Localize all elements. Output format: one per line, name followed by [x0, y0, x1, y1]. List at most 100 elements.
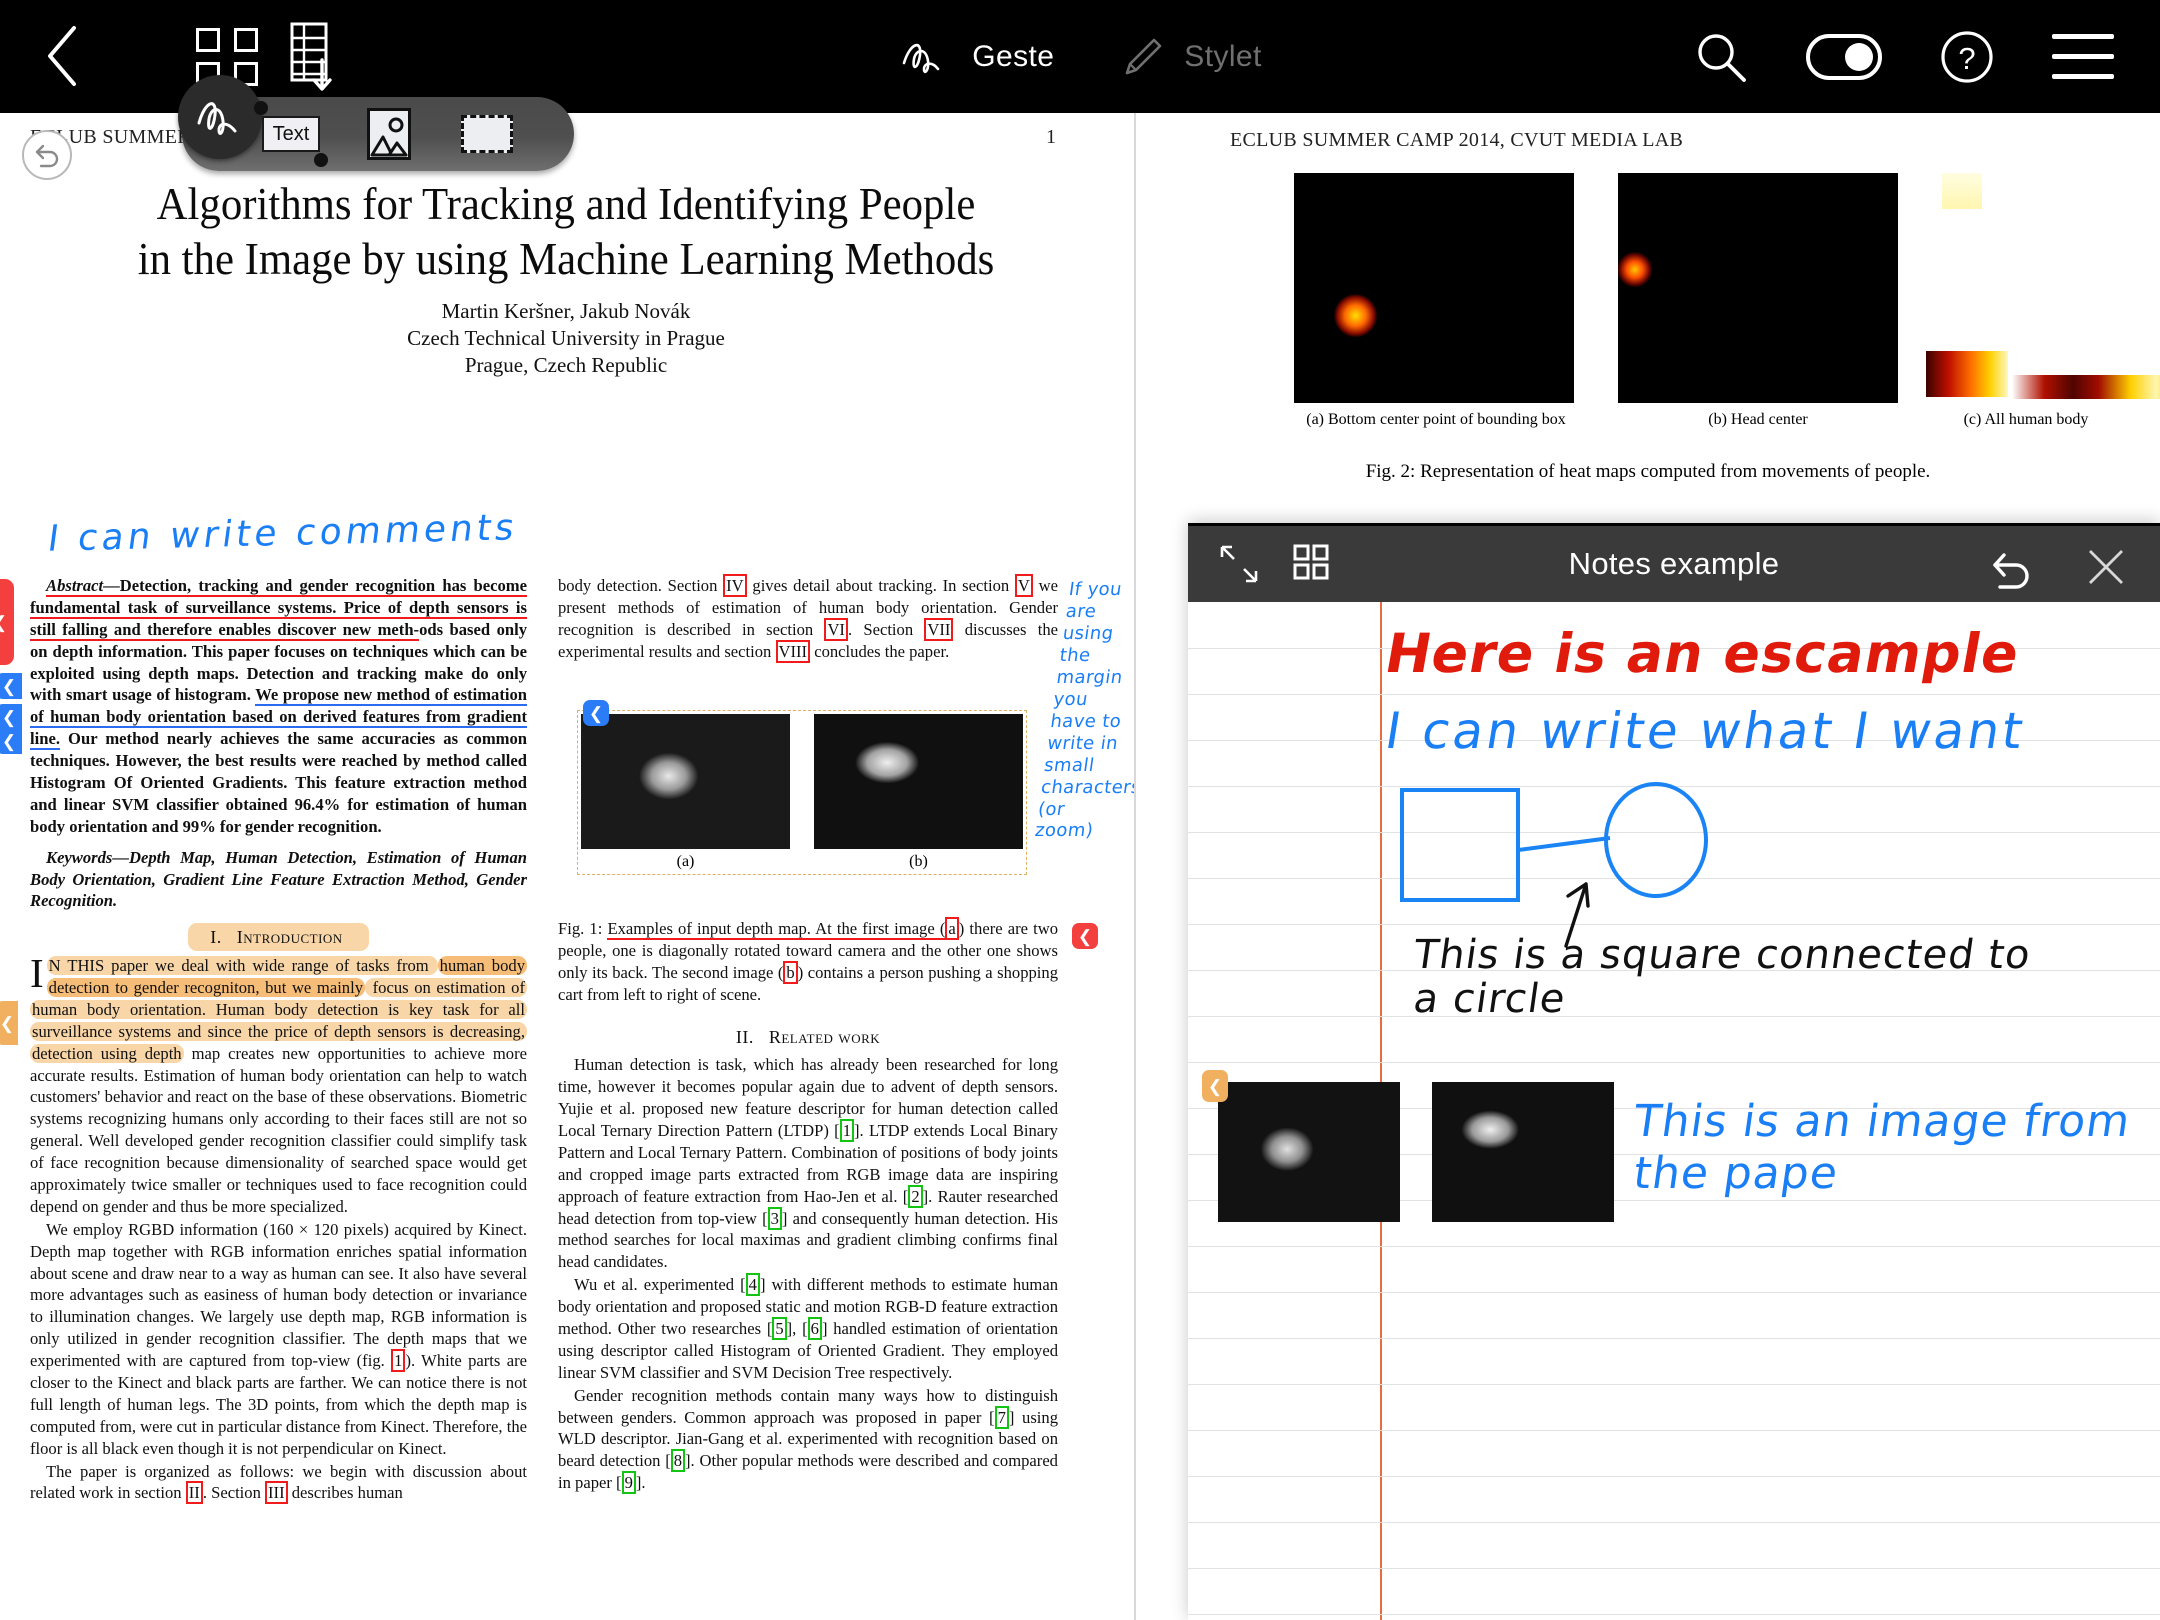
help-icon[interactable]: ?: [1936, 26, 1998, 88]
annotation-marker-fig1-caption[interactable]: ❮: [1072, 923, 1098, 949]
grid-view-icon[interactable]: [1290, 541, 1336, 587]
notes-diagram-caption-line2: a circle: [1410, 976, 1569, 1022]
pencil-icon: [1125, 38, 1162, 74]
annotation-marker-orange[interactable]: ❮: [0, 1001, 18, 1045]
section1-number: I.: [210, 927, 222, 948]
related-work-paragraph-2: Wu et al. experimented [4] with differen…: [558, 1273, 1058, 1382]
citation-7[interactable]: 7: [994, 1405, 1009, 1429]
intro-highlight-1: N THIS paper we deal with wide range of …: [46, 956, 438, 976]
selection-tool-icon: [461, 115, 513, 153]
toggle-knob: [1845, 42, 1873, 71]
ref-section-V[interactable]: V: [1014, 574, 1033, 597]
heatmap-image-b: [1618, 173, 1898, 403]
ref-fig1-b[interactable]: b: [783, 960, 798, 984]
search-icon[interactable]: [1690, 26, 1752, 88]
section2-title: Related work: [768, 1026, 881, 1047]
abstract-label: Abstract: [46, 576, 104, 597]
keywords: Keywords—Depth Map, Human Detection, Est…: [30, 847, 527, 911]
figure1-caption: Fig. 1: Examples of input depth map. At …: [558, 917, 1059, 1004]
scribble-tool[interactable]: [178, 75, 262, 159]
ref-section-VIII[interactable]: VIII: [775, 639, 811, 663]
notes-inserted-image-2[interactable]: [1432, 1082, 1614, 1222]
heatmap-c-block-3: [2012, 375, 2160, 399]
notes-handwriting-blue: I can write what I want: [1381, 702, 2030, 760]
heatmap-caption-b: (b) Head center: [1708, 411, 1808, 428]
ref-section-VI[interactable]: VI: [824, 617, 848, 641]
resize-diagonal-icon[interactable]: [1216, 541, 1262, 587]
text-tool[interactable]: Text: [260, 107, 322, 161]
mode-geste[interactable]: Geste: [898, 35, 1054, 79]
annotation-marker-blue-2[interactable]: ❮: [0, 704, 22, 730]
ref-section-II[interactable]: II: [185, 1481, 203, 1505]
heatmap-caption-c: (c) All human body: [1963, 411, 2089, 428]
abstract-block: Abstract—Detection, tracking and gender …: [30, 575, 527, 912]
section1-title: Introduction: [236, 927, 343, 948]
notes-image-caption-line2: the pape: [1630, 1148, 1842, 1199]
notes-panel[interactable]: Notes example Here is an escample I can …: [1188, 523, 2160, 1620]
app-root: ECLUB SUMMER CAMP 2014, CVUT MEDIA LAB 1…: [0, 0, 2160, 1620]
mode-stylet-label: Stylet: [1184, 39, 1262, 73]
scribble-icon: [902, 43, 940, 73]
ref-section-VII[interactable]: VII: [924, 617, 954, 641]
close-icon[interactable]: [2080, 541, 2126, 587]
notes-canvas[interactable]: Here is an escample I can write what I w…: [1188, 602, 2160, 1620]
night-mode-toggle[interactable]: [1806, 33, 1882, 80]
notes-panel-header: Notes example: [1188, 526, 2160, 602]
export-page-icon[interactable]: [282, 20, 352, 96]
heatmap-c-block-1: [1942, 173, 1982, 209]
tool-palette: Text: [178, 75, 574, 171]
undo-icon[interactable]: [1984, 541, 2030, 589]
intro-paragraph-2: We employ RGBD information (160 × 120 pi…: [30, 1219, 527, 1458]
notes-handwriting-red: Here is an escample: [1380, 622, 2025, 685]
paper-affiliation: Czech Technical University in Prague: [407, 326, 725, 350]
figure1-subcaption-a: (a): [676, 853, 695, 870]
notes-image-marker[interactable]: ❮: [1202, 1070, 1228, 1102]
mode-stylet[interactable]: Stylet: [1120, 34, 1261, 80]
notes-image-caption-line1: This is an image from: [1630, 1096, 2134, 1147]
citation-5[interactable]: 5: [772, 1317, 787, 1340]
undo-button[interactable]: [22, 130, 72, 180]
right-page-running-head: ECLUB SUMMER CAMP 2014, CVUT MEDIA LAB: [1230, 129, 1684, 151]
ref-fig1-a[interactable]: a: [945, 917, 959, 940]
annotation-marker-blue-1[interactable]: ❮: [0, 673, 22, 699]
related-work-paragraph-1: Human detection is task, which has alrea…: [558, 1055, 1058, 1272]
figure1-subcaption-b: (b): [909, 853, 928, 870]
ref-section-IV[interactable]: IV: [723, 574, 747, 597]
svg-text:?: ?: [1958, 41, 1975, 76]
citation-9[interactable]: 9: [621, 1471, 636, 1495]
ref-fig1[interactable]: 1: [391, 1349, 406, 1373]
citation-2[interactable]: 2: [908, 1184, 923, 1208]
heatmap-image-a: [1294, 173, 1574, 403]
citation-4[interactable]: 4: [745, 1273, 760, 1297]
document-page-left[interactable]: ECLUB SUMMER CAMP 2014, CVUT MEDIA LAB 1…: [0, 113, 1142, 1620]
paper-location: Prague, Czech Republic: [464, 353, 668, 377]
image-tool[interactable]: [358, 107, 420, 161]
paper-title-line2: in the Image by using Machine Learning M…: [137, 233, 995, 284]
notes-inserted-image-1[interactable]: [1218, 1082, 1400, 1222]
back-button[interactable]: [30, 18, 100, 94]
citation-3[interactable]: 3: [767, 1206, 782, 1230]
intro-paragraph-1: IN THIS paper we deal with wide range of…: [30, 950, 527, 1216]
citation-1[interactable]: 1: [839, 1118, 854, 1142]
figure1-image-a: [581, 714, 790, 849]
selection-tool[interactable]: [456, 107, 518, 161]
hamburger-menu-icon[interactable]: [2052, 33, 2114, 80]
text-tool-label: Text: [262, 116, 320, 152]
toolbar-right-icons: ?: [1690, 0, 2114, 113]
heatmap-c-block-2: [1926, 351, 2008, 397]
annotation-marker-red[interactable]: ❮: [0, 579, 14, 665]
heatmap-caption-a: (a) Bottom center point of bounding box: [1306, 411, 1566, 428]
related-work-paragraph-3: Gender recognition methods contain many …: [558, 1385, 1058, 1495]
annotation-marker-blue-3[interactable]: ❮: [0, 728, 22, 754]
section2-number: II.: [735, 1026, 754, 1047]
intro-paragraph-3: The paper is organized as follows: we be…: [30, 1461, 527, 1505]
figure1-image-b: [814, 714, 1023, 849]
intro-rest: map creates new opportunities to achieve…: [30, 1043, 527, 1216]
ref-section-III[interactable]: III: [265, 1481, 288, 1505]
citation-8[interactable]: 8: [670, 1449, 686, 1473]
notes-diagram-caption-line1: This is a square connected to: [1410, 932, 2034, 978]
abstract-tail-text: Our method nearly achieves the same accu…: [30, 729, 527, 836]
paper-title-line1: Algorithms for Tracking and Identifying …: [156, 178, 976, 229]
annotation-marker-figure[interactable]: ❮: [583, 700, 609, 726]
citation-6[interactable]: 6: [807, 1317, 822, 1340]
